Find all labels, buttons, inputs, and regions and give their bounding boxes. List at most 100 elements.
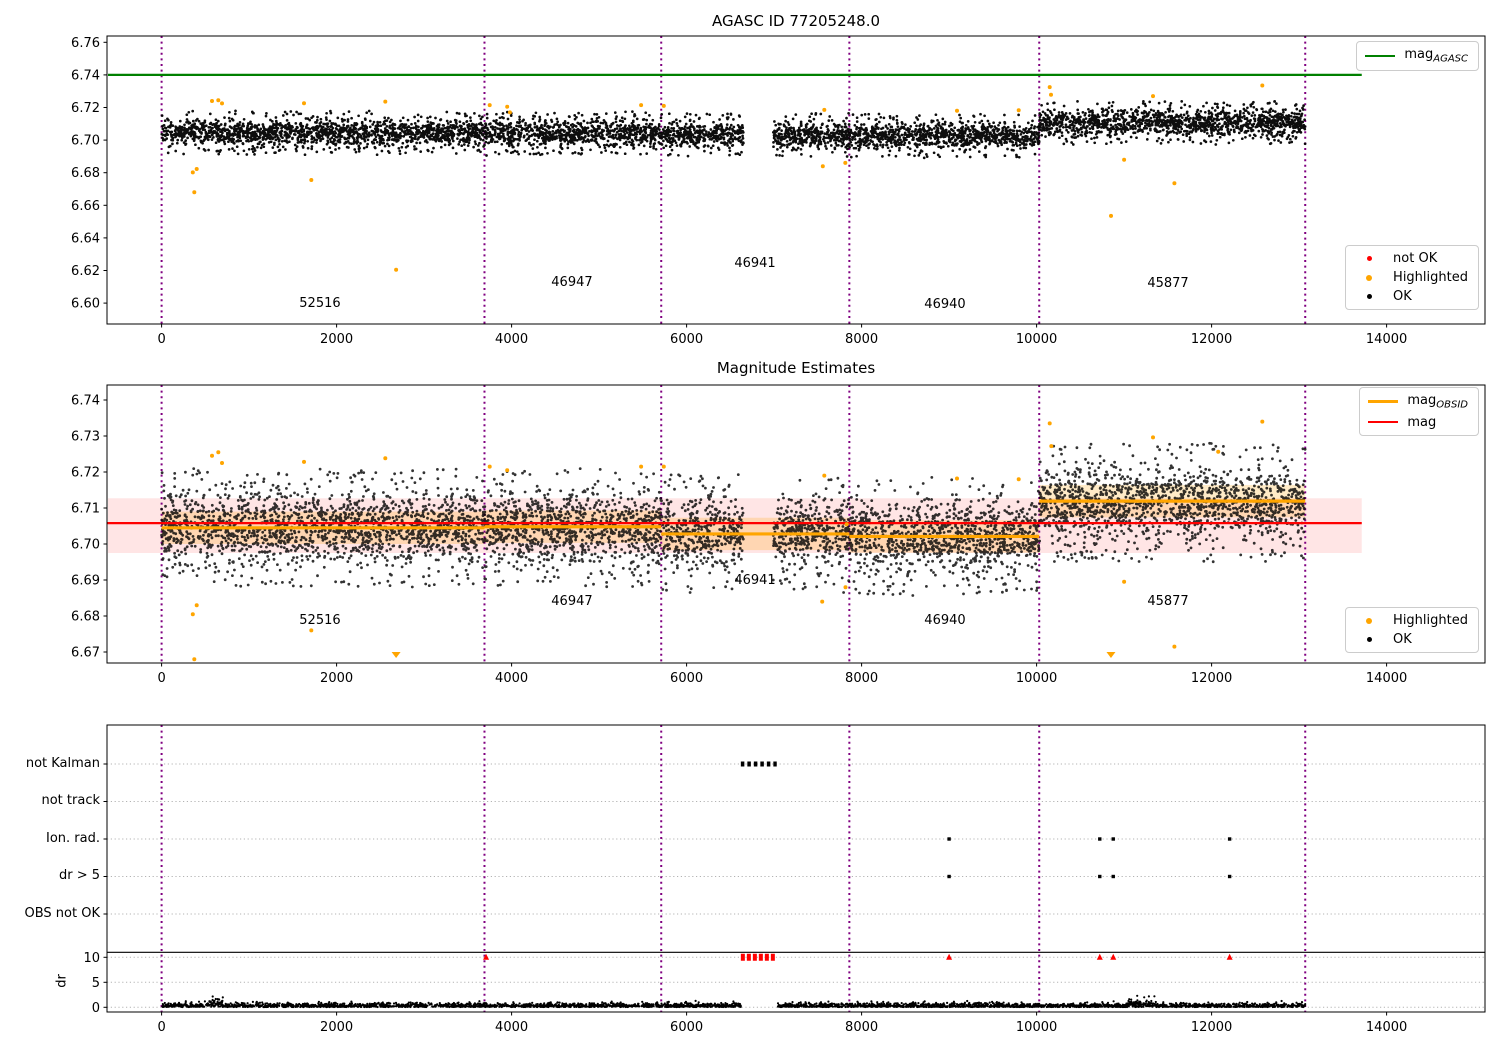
y-tick-label: 6.71 — [71, 502, 100, 517]
orange-dot-swatch — [1354, 617, 1384, 624]
x-tick-label: 12000 — [1191, 1020, 1232, 1035]
clipped-point-triangle — [391, 652, 401, 658]
legend-label: Highlighted — [1393, 270, 1468, 285]
x-tick-label: 14000 — [1366, 1020, 1407, 1035]
dr-tick-label: 5 — [92, 976, 100, 991]
y-tick-label: 6.60 — [71, 297, 100, 312]
x-tick-label: 4000 — [495, 671, 528, 686]
y-tick-label: 6.72 — [71, 101, 100, 116]
dr-tick-label: 0 — [92, 1001, 100, 1016]
x-tick-label: 8000 — [845, 332, 878, 347]
ion-rad-point — [947, 837, 951, 841]
y-tick-label: 6.70 — [71, 538, 100, 553]
dr-gt5-point — [1227, 874, 1232, 879]
x-tick-label: 8000 — [845, 671, 878, 686]
flag-label-not-track: not track — [41, 793, 100, 808]
legend-label: magAGASC — [1404, 47, 1468, 65]
dr-tick-label: 10 — [83, 951, 100, 966]
legend-mag-agasc: magAGASC — [1356, 41, 1479, 71]
red-dot-swatch — [1354, 256, 1384, 261]
x-tick-label: 4000 — [495, 332, 528, 347]
y-tick-label: 6.70 — [71, 134, 100, 149]
x-tick-label: 0 — [157, 671, 165, 686]
x-tick-label: 12000 — [1191, 671, 1232, 686]
chart-canvas: 52516 46947 46941 46940 45877 0 2000 4000 6000 80… — [71, 35, 1486, 1035]
obsid-label: 45877 — [1147, 276, 1188, 291]
x-tick-label: 14000 — [1366, 332, 1407, 347]
red-line-swatch — [1368, 421, 1399, 424]
obsid-label: 46940 — [924, 613, 965, 628]
black-dot-swatch — [1354, 637, 1384, 642]
legend-status-middle: Highlighted OK — [1345, 607, 1479, 653]
obsid-label: 52516 — [299, 296, 340, 311]
x-tick-label: 2000 — [320, 1020, 353, 1035]
legend-label: OK — [1393, 289, 1412, 304]
legend-label: not OK — [1393, 251, 1438, 266]
ion-rad-point — [1227, 837, 1232, 841]
y-tick-label: 6.66 — [71, 199, 100, 214]
legend-row-highlighted: Highlighted — [1354, 270, 1468, 285]
obsid-label: 46947 — [551, 594, 592, 609]
y-tick-label: 6.67 — [71, 646, 100, 661]
y-tick-label: 6.68 — [71, 166, 100, 181]
legend-label: OK — [1393, 632, 1412, 647]
middle-plot-title: Magnitude Estimates — [716, 359, 876, 377]
clipped-point-triangle — [1106, 652, 1116, 658]
y-tick-label: 6.72 — [71, 466, 100, 481]
figure: 52516 46947 46941 46940 45877 0 2000 4000 6000 80… — [0, 0, 1500, 1050]
x-tick-label: 10000 — [1016, 332, 1057, 347]
x-tick-label: 10000 — [1016, 671, 1057, 686]
obsid-label: 46940 — [924, 297, 965, 312]
ion-rad-point — [1111, 837, 1115, 841]
y-tick-label: 6.64 — [71, 231, 100, 246]
legend-mag-lines: magOBSID mag — [1359, 387, 1479, 436]
orange-dot-swatch — [1354, 274, 1384, 281]
scatter-ok — [160, 99, 1307, 160]
x-tick-label: 14000 — [1366, 671, 1407, 686]
legend-label: magOBSID — [1407, 393, 1468, 411]
dr-axis-label: dr — [54, 974, 70, 988]
dr-gt5-point — [947, 874, 951, 879]
y-tick-label: 6.62 — [71, 264, 100, 279]
obsid-label: 46941 — [734, 256, 775, 271]
top-plot-frame — [106, 35, 1486, 325]
legend-label: mag — [1407, 414, 1437, 430]
legend-row-mag: mag — [1368, 415, 1468, 430]
obsid-label: 46947 — [551, 275, 592, 290]
legend-row-mag-agasc: magAGASC — [1365, 47, 1468, 65]
y-tick-label: 6.73 — [71, 430, 100, 445]
dr-scatter — [161, 994, 1307, 1009]
legend-row-not-ok: not OK — [1354, 251, 1468, 266]
x-tick-label: 10000 — [1016, 1020, 1057, 1035]
x-tick-label: 2000 — [320, 671, 353, 686]
dr-gt5-point — [1098, 874, 1102, 879]
x-tick-label: 8000 — [845, 1020, 878, 1035]
legend-label: Highlighted — [1393, 613, 1468, 628]
legend-row-highlighted: Highlighted — [1354, 613, 1468, 628]
obsid-label: 46941 — [734, 573, 775, 588]
y-tick-label: 6.68 — [71, 610, 100, 625]
x-tick-label: 0 — [157, 1020, 165, 1035]
legend-row-ok: OK — [1354, 632, 1468, 647]
x-tick-label: 12000 — [1191, 332, 1232, 347]
legend-row-mag-obsid: magOBSID — [1368, 393, 1468, 411]
legend-status-top: not OK Highlighted OK — [1345, 245, 1479, 310]
obsid-label: 52516 — [299, 613, 340, 628]
top-plot-title: AGASC ID 77205248.0 — [711, 12, 881, 30]
x-tick-label: 6000 — [670, 332, 703, 347]
x-tick-label: 2000 — [320, 332, 353, 347]
y-tick-label: 6.69 — [71, 574, 100, 589]
dr-gt5-point — [1111, 874, 1115, 879]
legend-row-ok: OK — [1354, 289, 1468, 304]
flag-label-dr-gt-5: dr > 5 — [58, 868, 100, 883]
y-tick-label: 6.74 — [71, 68, 100, 83]
x-tick-label: 6000 — [670, 671, 703, 686]
x-tick-label: 0 — [157, 332, 165, 347]
x-tick-label: 4000 — [495, 1020, 528, 1035]
black-dot-swatch — [1354, 294, 1384, 299]
flag-label-obs-not-ok: OBS not OK — [24, 906, 101, 921]
flag-label-ion-rad: Ion. rad. — [46, 831, 100, 846]
green-line-swatch — [1365, 54, 1396, 57]
y-tick-label: 6.74 — [71, 394, 100, 409]
x-tick-label: 6000 — [670, 1020, 703, 1035]
